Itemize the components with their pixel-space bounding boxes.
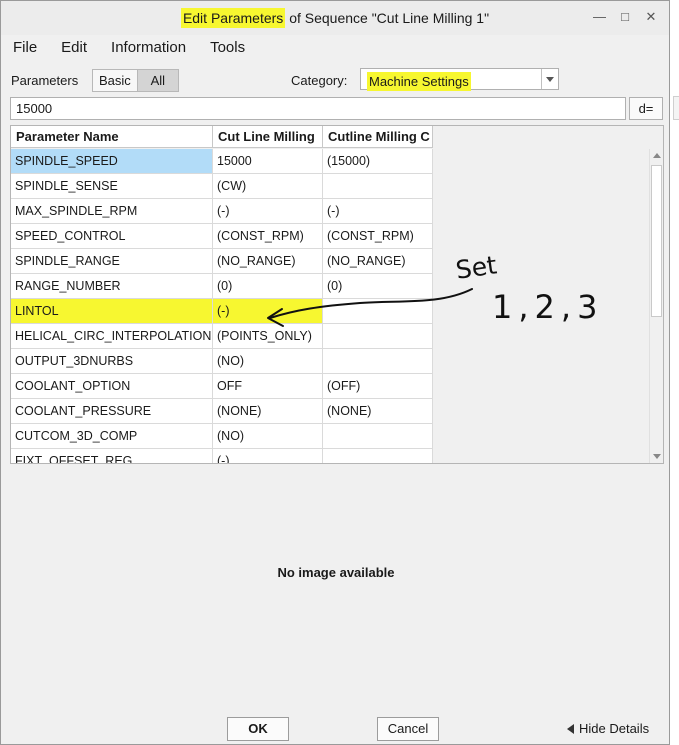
param-value-cell[interactable]: (POINTS_ONLY) — [213, 324, 323, 349]
table-row[interactable]: SPINDLE_SPEED 15000 (15000) — [11, 149, 433, 174]
param-name-cell[interactable]: SPINDLE_RANGE — [11, 249, 213, 274]
hide-details-link[interactable]: Hide Details — [567, 721, 649, 736]
menu-bar: File Edit Information Tools — [1, 37, 257, 61]
cancel-button[interactable]: Cancel — [377, 717, 439, 741]
ok-button[interactable]: OK — [227, 717, 289, 741]
param-name-cell[interactable]: SPEED_CONTROL — [11, 224, 213, 249]
table-row[interactable]: COOLANT_OPTION OFF (OFF) — [11, 374, 433, 399]
param-default-cell[interactable] — [323, 349, 433, 374]
category-select[interactable]: Machine Settings — [360, 68, 559, 91]
table-row[interactable]: CUTCOM_3D_COMP (NO) — [11, 424, 433, 449]
table-row[interactable]: LINTOL (-) — [11, 299, 433, 324]
param-value-cell[interactable]: (CONST_RPM) — [213, 224, 323, 249]
param-default-cell[interactable] — [323, 324, 433, 349]
parameters-label: Parameters — [11, 73, 79, 88]
header-parameter-name[interactable]: Parameter Name — [11, 126, 213, 148]
param-value-cell[interactable]: (-) — [213, 199, 323, 224]
param-value-cell[interactable]: (NONE) — [213, 399, 323, 424]
table-header: Parameter Name Cut Line Milling Cutline … — [11, 126, 433, 149]
close-button[interactable]: ✕ — [645, 9, 657, 25]
value-input[interactable]: 15000 — [10, 97, 626, 120]
parameters-table: Parameter Name Cut Line Milling Cutline … — [10, 125, 664, 464]
table-row[interactable]: SPINDLE_RANGE (NO_RANGE) (NO_RANGE) — [11, 249, 433, 274]
background-window-edge — [670, 0, 679, 745]
param-name-cell[interactable]: COOLANT_OPTION — [11, 374, 213, 399]
chevron-down-icon[interactable] — [541, 69, 558, 89]
param-value-cell[interactable]: (NO) — [213, 424, 323, 449]
param-default-cell[interactable] — [323, 299, 433, 324]
param-name-cell[interactable]: SPINDLE_SENSE — [11, 174, 213, 199]
triangle-left-icon — [567, 723, 574, 734]
dialog-title: Edit Parameters of Sequence "Cut Line Mi… — [1, 8, 669, 28]
param-value-cell[interactable]: 15000 — [213, 149, 323, 174]
param-name-cell[interactable]: LINTOL — [11, 299, 213, 324]
background-window-control — [673, 96, 679, 120]
param-value-cell[interactable]: (CW) — [213, 174, 323, 199]
param-value-cell[interactable]: (-) — [213, 299, 323, 324]
edit-parameters-dialog: Edit Parameters of Sequence "Cut Line Mi… — [0, 0, 670, 745]
title-highlight: Edit Parameters — [180, 8, 286, 28]
scroll-up-icon[interactable] — [653, 153, 661, 158]
hide-details-label: Hide Details — [579, 721, 650, 736]
table-row[interactable]: COOLANT_PRESSURE (NONE) (NONE) — [11, 399, 433, 424]
param-value-cell[interactable]: (-) — [213, 449, 323, 463]
menu-file[interactable]: File — [1, 37, 49, 61]
param-default-cell[interactable] — [323, 174, 433, 199]
param-name-cell[interactable]: OUTPUT_3DNURBS — [11, 349, 213, 374]
param-default-cell[interactable]: (CONST_RPM) — [323, 224, 433, 249]
minimize-button[interactable]: — — [593, 9, 606, 25]
all-button[interactable]: All — [137, 70, 178, 91]
menu-information[interactable]: Information — [99, 37, 198, 61]
param-name-cell[interactable]: HELICAL_CIRC_INTERPOLATION — [11, 324, 213, 349]
table-scrollbar[interactable] — [649, 149, 663, 463]
param-default-cell[interactable] — [323, 449, 433, 463]
param-default-cell[interactable] — [323, 424, 433, 449]
param-name-cell[interactable]: RANGE_NUMBER — [11, 274, 213, 299]
table-row[interactable]: HELICAL_CIRC_INTERPOLATION (POINTS_ONLY) — [11, 324, 433, 349]
table-row[interactable]: SPEED_CONTROL (CONST_RPM) (CONST_RPM) — [11, 224, 433, 249]
header-cut-line-milling[interactable]: Cut Line Milling — [213, 126, 323, 148]
title-bar: Edit Parameters of Sequence "Cut Line Mi… — [1, 1, 669, 35]
relation-button[interactable]: d= — [629, 97, 663, 120]
menu-edit[interactable]: Edit — [49, 37, 99, 61]
menu-tools[interactable]: Tools — [198, 37, 257, 61]
category-label: Category: — [291, 73, 348, 88]
param-default-cell[interactable]: (-) — [323, 199, 433, 224]
param-name-cell[interactable]: COOLANT_PRESSURE — [11, 399, 213, 424]
param-value-cell[interactable]: (0) — [213, 274, 323, 299]
basic-all-toggle: Basic All — [92, 69, 179, 92]
param-name-cell[interactable]: FIXT_OFFSET_REG — [11, 449, 213, 463]
param-value-cell[interactable]: (NO_RANGE) — [213, 249, 323, 274]
param-name-cell[interactable]: MAX_SPINDLE_RPM — [11, 199, 213, 224]
category-value: Machine Settings — [367, 72, 471, 91]
param-default-cell[interactable]: (OFF) — [323, 374, 433, 399]
param-default-cell[interactable]: (NO_RANGE) — [323, 249, 433, 274]
table-row[interactable]: MAX_SPINDLE_RPM (-) (-) — [11, 199, 433, 224]
table-row[interactable]: SPINDLE_SENSE (CW) — [11, 174, 433, 199]
basic-button[interactable]: Basic — [93, 70, 138, 91]
param-name-cell[interactable]: SPINDLE_SPEED — [11, 149, 213, 174]
title-rest: of Sequence "Cut Line Milling 1" — [285, 10, 490, 26]
table-row[interactable]: RANGE_NUMBER (0) (0) — [11, 274, 433, 299]
scroll-thumb[interactable] — [651, 165, 662, 317]
table-row[interactable]: OUTPUT_3DNURBS (NO) — [11, 349, 433, 374]
no-image-text: No image available — [277, 565, 395, 580]
param-value-cell[interactable]: (NO) — [213, 349, 323, 374]
param-default-cell[interactable]: (15000) — [323, 149, 433, 174]
maximize-button[interactable]: □ — [619, 9, 631, 25]
param-name-cell[interactable]: CUTCOM_3D_COMP — [11, 424, 213, 449]
header-cutline-milling-c[interactable]: Cutline Milling C — [323, 126, 433, 148]
scroll-down-icon[interactable] — [653, 454, 661, 459]
param-value-cell[interactable]: OFF — [213, 374, 323, 399]
parameters-toolbar: Parameters Basic All Category: Machine S… — [1, 67, 669, 93]
param-default-cell[interactable]: (NONE) — [323, 399, 433, 424]
table-row[interactable]: FIXT_OFFSET_REG (-) — [11, 449, 433, 463]
param-default-cell[interactable]: (0) — [323, 274, 433, 299]
